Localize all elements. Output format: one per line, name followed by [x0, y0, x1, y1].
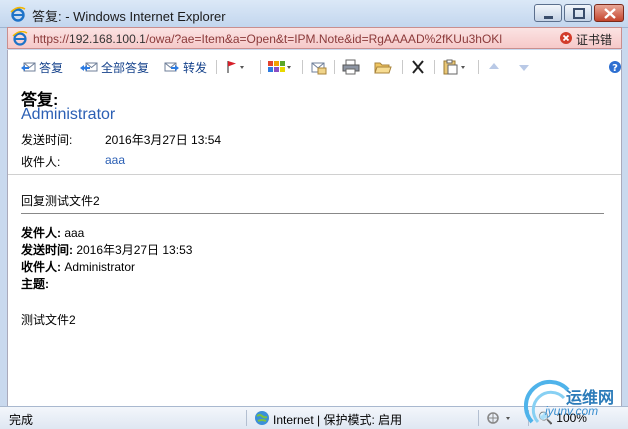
minimize-button[interactable]: [534, 4, 562, 22]
status-separator: [478, 410, 479, 426]
reply-all-button[interactable]: 全部答复: [80, 58, 149, 76]
address-url[interactable]: https://192.168.100.1/owa/?ae=Item&a=Ope…: [33, 32, 558, 46]
maximize-icon: [573, 8, 585, 19]
delete-icon: [412, 60, 424, 74]
toolbar-separator: [302, 60, 303, 74]
quoted-from: 发件人: aaa: [21, 224, 84, 241]
reply-all-label: 全部答复: [101, 60, 150, 75]
clipboard-icon: [443, 59, 465, 75]
arrow-down-icon: [519, 65, 529, 71]
watermark-en: iyunv.com: [545, 404, 599, 418]
protected-mode-icon[interactable]: [486, 410, 516, 426]
move-to-folder-button[interactable]: [310, 58, 328, 76]
window-title: 答复: - Windows Internet Explorer: [32, 9, 226, 24]
move-mail-icon: [311, 62, 327, 75]
reply-button[interactable]: 答复: [20, 58, 63, 76]
junk-mail-button[interactable]: [442, 58, 468, 76]
folder-open-icon: [374, 62, 392, 74]
to-label: 收件人:: [21, 155, 61, 169]
next-item-button[interactable]: [517, 58, 531, 76]
toolbar-separator: [478, 60, 479, 74]
message-sender[interactable]: Administrator: [21, 106, 115, 124]
flag-icon: [227, 61, 244, 73]
quoted-to-label: 收件人:: [21, 260, 61, 274]
toolbar-separator: [434, 60, 435, 74]
open-folder-button[interactable]: [374, 58, 392, 76]
categories-icon: [268, 61, 291, 72]
url-host: 192.168.100.1: [69, 32, 146, 46]
internet-zone-icon: [255, 411, 269, 425]
flag-button[interactable]: [225, 58, 247, 76]
url-prefix: https://: [33, 32, 70, 46]
print-button[interactable]: [342, 58, 360, 76]
header-divider: [8, 174, 621, 175]
title-bar: 答复: - Windows Internet Explorer: [0, 0, 628, 28]
toolbar-separator: [216, 60, 217, 74]
previous-item-button[interactable]: [487, 58, 501, 76]
message-body-text: 回复测试文件2: [21, 194, 100, 208]
arrow-up-icon: [489, 63, 499, 69]
forward-button[interactable]: 转发: [164, 58, 207, 76]
printer-icon: [342, 59, 360, 75]
quoted-subject: 主题:: [21, 275, 49, 292]
reply-icon: [21, 62, 36, 72]
help-button[interactable]: ?: [608, 58, 622, 76]
quoted-to-value: Administrator: [61, 260, 136, 274]
page-icon: [12, 31, 28, 46]
to-recipient[interactable]: aaa: [105, 153, 125, 167]
svg-text:?: ?: [612, 63, 618, 74]
quoted-from-label: 发件人:: [21, 226, 61, 240]
quoted-sent-value: 2016年3月27日 13:53: [73, 243, 193, 257]
quoted-subject-label: 主题:: [21, 277, 49, 291]
delete-button[interactable]: [410, 58, 426, 76]
ie-logo-icon: [10, 6, 26, 22]
minimize-icon: [544, 16, 553, 19]
quoted-from-value: aaa: [61, 226, 85, 240]
toolbar-separator: [260, 60, 261, 74]
close-button[interactable]: [594, 4, 624, 22]
reply-label: 答复: [39, 60, 64, 75]
status-text: 完成: [9, 413, 34, 427]
security-zone-text[interactable]: Internet | 保护模式: 启用: [273, 411, 402, 428]
forward-icon: [164, 62, 179, 72]
toolbar-separator: [402, 60, 403, 74]
quoted-body-text: 测试文件2: [21, 313, 76, 327]
quote-divider: [21, 213, 604, 214]
sent-label: 发送时间:: [21, 133, 73, 147]
url-path: /owa/?ae=Item&a=Open&t=IPM.Note&id=RgAAA…: [145, 32, 502, 46]
sent-value: 2016年3月27日 13:54: [105, 133, 222, 147]
reply-all-icon: [80, 62, 98, 72]
quoted-to: 收件人: Administrator: [21, 258, 135, 275]
message-toolbar: 答复 全部答复 转发 ?: [8, 56, 621, 78]
categorize-button[interactable]: [267, 58, 293, 76]
quoted-sent: 发送时间: 2016年3月27日 13:53: [21, 241, 192, 258]
message-pane: 答复 全部答复 转发 ? 答复: Administrator 发送时间: 201…: [7, 50, 622, 406]
address-bar[interactable]: https://192.168.100.1/owa/?ae=Item&a=Ope…: [7, 27, 622, 64]
close-icon: [604, 8, 616, 19]
certificate-error-icon[interactable]: [559, 31, 573, 45]
help-icon: ?: [609, 61, 621, 74]
quoted-sent-label: 发送时间:: [21, 243, 73, 257]
forward-label: 转发: [183, 60, 208, 75]
toolbar-separator: [334, 60, 335, 74]
maximize-button[interactable]: [564, 4, 592, 22]
status-separator: [246, 410, 247, 426]
